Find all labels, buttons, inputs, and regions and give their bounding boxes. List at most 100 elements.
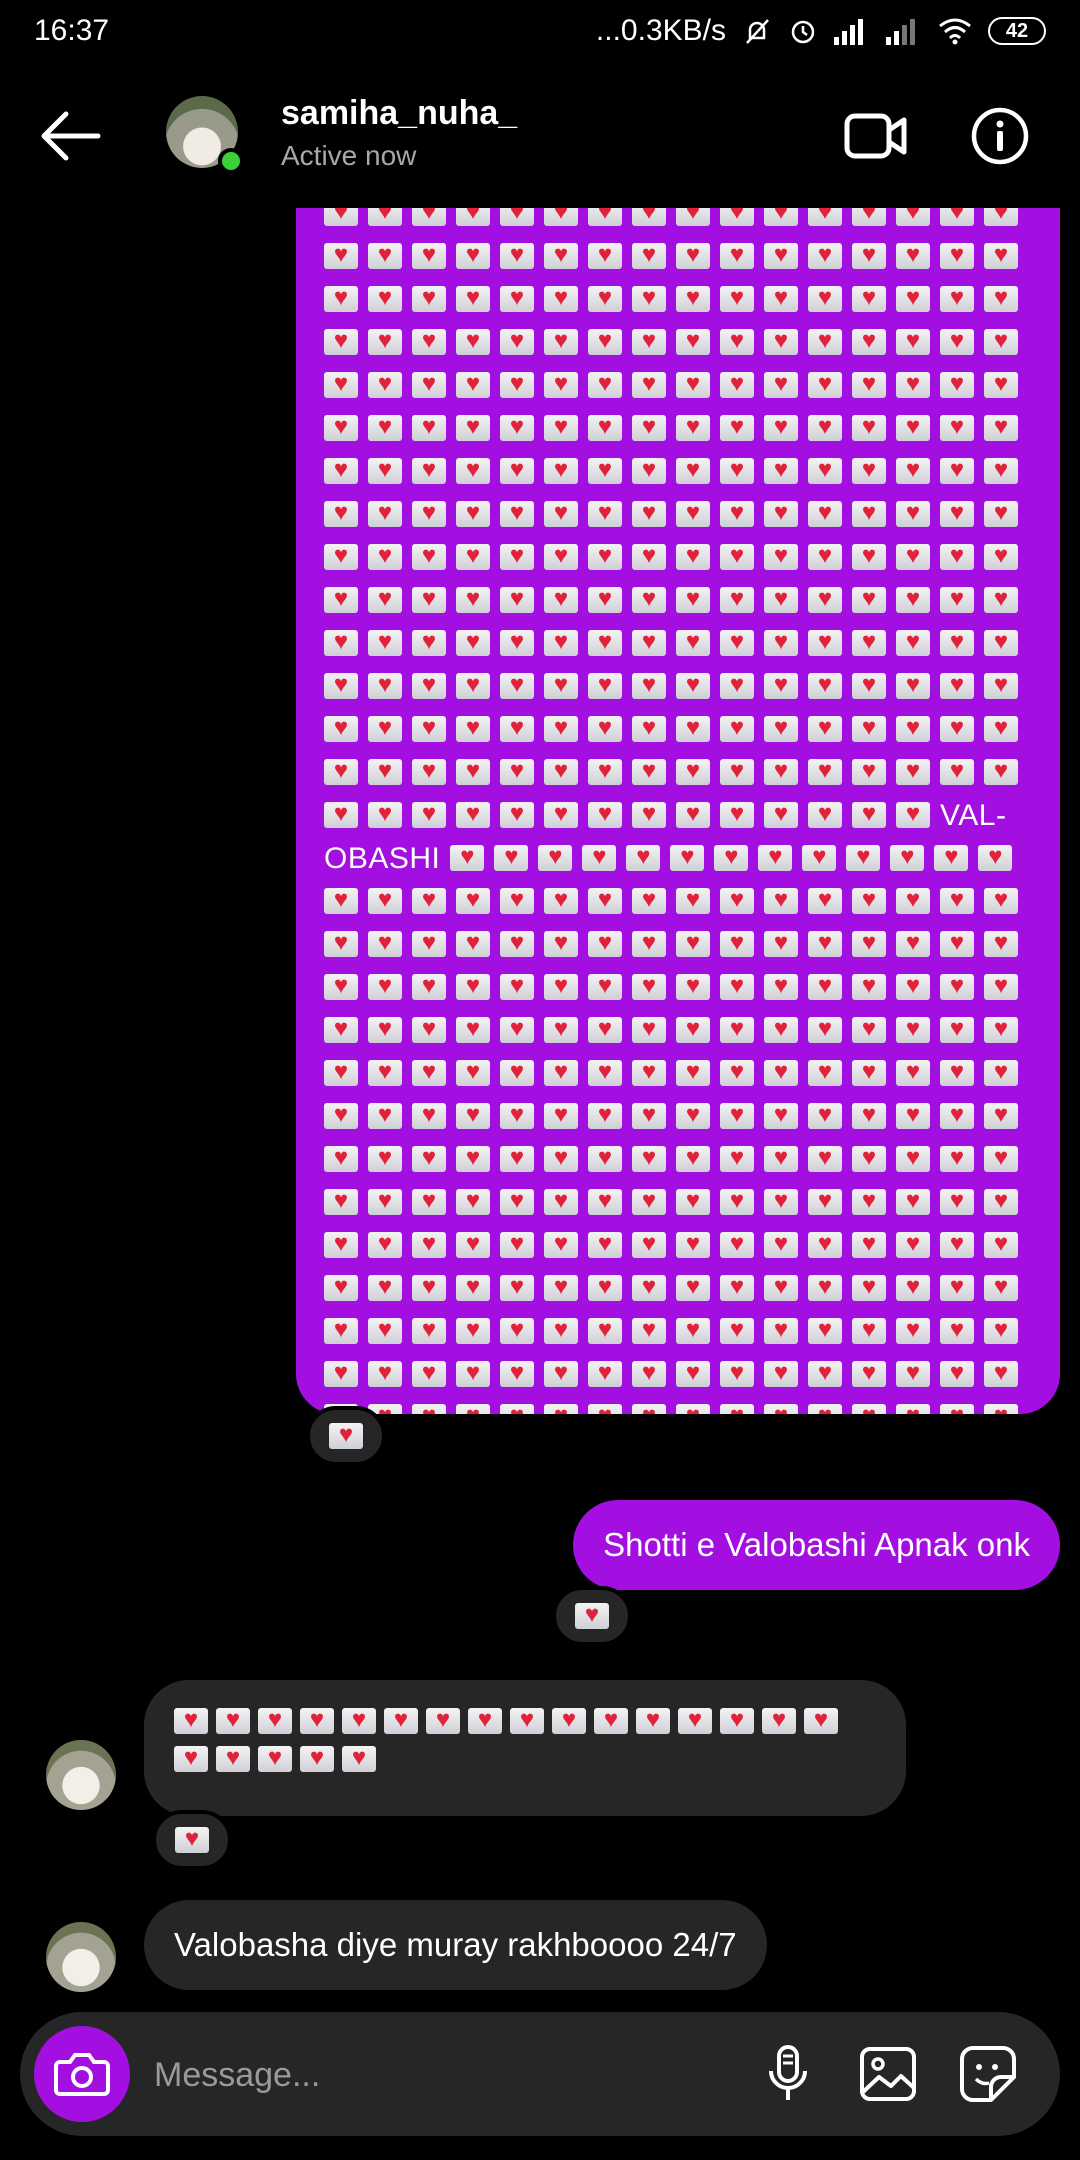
envelope-heart-icon (676, 1315, 710, 1345)
envelope-heart-icon (456, 971, 490, 1001)
envelope-heart-icon (544, 412, 578, 442)
envelope-heart-icon (764, 208, 798, 227)
envelope-heart-icon (764, 1358, 798, 1388)
envelope-heart-icon (368, 240, 402, 270)
reaction-badge[interactable] (306, 1406, 386, 1466)
envelope-heart-icon (632, 1186, 666, 1216)
envelope-heart-icon (984, 412, 1018, 442)
envelope-heart-icon (934, 842, 969, 872)
envelope-heart-icon (984, 1401, 1018, 1414)
envelope-heart-icon (500, 928, 534, 958)
envelope-heart-icon (632, 498, 666, 528)
envelope-heart-icon (984, 1229, 1018, 1259)
envelope-heart-icon (808, 240, 842, 270)
camera-button[interactable] (34, 2026, 130, 2122)
envelope-heart-icon (588, 208, 622, 227)
envelope-heart-icon (846, 842, 881, 872)
sender-avatar[interactable] (46, 1922, 116, 1992)
envelope-heart-icon (808, 498, 842, 528)
envelope-heart-icon (984, 928, 1018, 958)
envelope-heart-icon (896, 1186, 930, 1216)
envelope-heart-icon (764, 670, 798, 700)
envelope-heart-icon (588, 1186, 622, 1216)
envelope-heart-icon (368, 1143, 402, 1173)
envelope-heart-icon (450, 842, 485, 872)
signal-icon-2 (886, 17, 922, 45)
envelope-heart-icon (852, 670, 886, 700)
envelope-heart-icon (368, 1315, 402, 1345)
envelope-heart-icon (588, 283, 622, 313)
message-text-fragment: OBASHI (324, 841, 441, 875)
message-list[interactable]: VAL-OBASHI Shotti e Valobashi Apnak onk … (0, 208, 1080, 1998)
gallery-icon[interactable] (856, 2042, 920, 2106)
envelope-heart-icon (808, 1401, 842, 1414)
envelope-heart-icon (676, 885, 710, 915)
envelope-heart-icon (544, 1143, 578, 1173)
envelope-heart-icon (676, 670, 710, 700)
envelope-heart-icon (852, 1358, 886, 1388)
envelope-heart-icon (676, 713, 710, 743)
envelope-heart-icon (984, 885, 1018, 915)
envelope-heart-icon (324, 1272, 358, 1302)
envelope-heart-icon (588, 1401, 622, 1414)
envelope-heart-icon (588, 1315, 622, 1345)
header-avatar[interactable] (166, 96, 244, 174)
envelope-row: OBASHI (324, 841, 1060, 875)
envelope-heart-icon (676, 326, 710, 356)
envelope-row (324, 1357, 1060, 1391)
envelope-heart-icon (368, 369, 402, 399)
info-icon[interactable] (970, 106, 1030, 166)
envelope-heart-icon (984, 240, 1018, 270)
envelope-heart-icon (324, 756, 358, 786)
envelope-heart-icon (412, 1229, 446, 1259)
envelope-heart-icon (984, 627, 1018, 657)
envelope-heart-icon (368, 885, 402, 915)
sent-message-bubble[interactable]: Shotti e Valobashi Apnak onk (573, 1500, 1060, 1590)
battery-icon: 42 (988, 17, 1046, 45)
envelope-heart-icon (632, 369, 666, 399)
video-call-icon[interactable] (844, 108, 908, 164)
envelope-heart-icon (940, 1229, 974, 1259)
envelope-heart-icon (412, 713, 446, 743)
sticker-icon[interactable] (956, 2042, 1020, 2106)
envelope-heart-icon (500, 799, 534, 829)
sent-envelope-message[interactable]: VAL- OBASHI (296, 208, 1060, 1414)
envelope-heart-icon (940, 240, 974, 270)
envelope-heart-icon (456, 1401, 490, 1414)
envelope-heart-icon (676, 928, 710, 958)
envelope-heart-icon (456, 1143, 490, 1173)
sender-avatar[interactable] (46, 1740, 116, 1810)
envelope-heart-icon (940, 541, 974, 571)
envelope-heart-icon (500, 240, 534, 270)
envelope-heart-icon (984, 498, 1018, 528)
envelope-heart-icon (940, 1057, 974, 1087)
envelope-heart-icon (764, 1229, 798, 1259)
envelope-heart-icon (324, 799, 358, 829)
envelope-heart-icon (940, 1100, 974, 1130)
envelope-heart-icon (764, 1014, 798, 1044)
envelope-heart-icon (676, 240, 710, 270)
envelope-row (324, 1099, 1060, 1133)
envelope-heart-icon (456, 670, 490, 700)
envelope-heart-icon (368, 1229, 402, 1259)
contact-name[interactable]: samiha_nuha_ (281, 94, 517, 133)
envelope-heart-icon (329, 1420, 363, 1450)
envelope-heart-icon (544, 971, 578, 1001)
online-indicator (218, 148, 244, 174)
envelope-heart-icon (456, 1229, 490, 1259)
envelope-heart-icon (720, 584, 754, 614)
reaction-badge[interactable] (152, 1810, 232, 1870)
back-arrow-icon[interactable] (38, 108, 104, 164)
envelope-row (324, 1228, 1060, 1262)
envelope-heart-icon (632, 756, 666, 786)
envelope-heart-icon (940, 326, 974, 356)
envelope-heart-icon (412, 1143, 446, 1173)
received-envelope-message[interactable] (144, 1680, 906, 1816)
received-message-bubble[interactable]: Valobasha diye muray rakhboooo 24/7 (144, 1900, 767, 1990)
microphone-icon[interactable] (756, 2042, 820, 2106)
message-input[interactable] (152, 2042, 716, 2108)
envelope-heart-icon (940, 498, 974, 528)
envelope-heart-icon (594, 1705, 628, 1735)
reaction-badge[interactable] (552, 1586, 632, 1646)
envelope-heart-icon (588, 756, 622, 786)
